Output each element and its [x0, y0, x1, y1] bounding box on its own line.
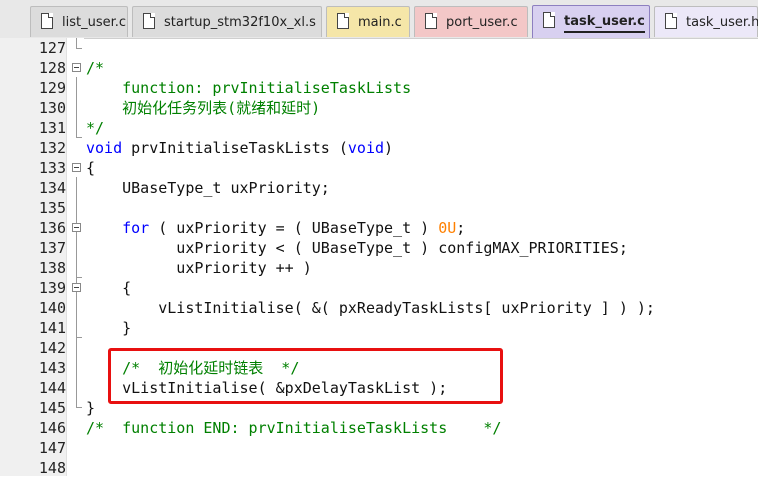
code-line: 136 for ( uxPriority = ( UBaseType_t ) 0…	[0, 218, 758, 238]
tab-label: task_user.h	[686, 15, 758, 30]
code-text[interactable]: }	[86, 398, 95, 418]
code-line: 146 /* function END: prvInitialiseTaskLi…	[0, 418, 758, 438]
code-text[interactable]: */	[86, 118, 104, 138]
line-number: 145	[38, 399, 66, 417]
line-number: 139	[38, 279, 66, 297]
tab-label: main.c	[358, 15, 402, 30]
code-line: 127	[0, 38, 758, 58]
editor-tab-bar: list_user.c startup_stm32f10x_xl.s main.…	[0, 0, 758, 39]
line-number: 135	[38, 199, 66, 217]
line-number: 137	[38, 239, 66, 257]
line-number: 136	[38, 219, 66, 237]
tab-task-user-h[interactable]: task_user.h	[654, 6, 758, 37]
code-line: 132 void prvInitialiseTaskLists (void)	[0, 138, 758, 158]
tab-port-user-c[interactable]: port_user.c	[414, 6, 528, 37]
code-text[interactable]: /*	[86, 58, 104, 78]
tab-label: port_user.c	[446, 15, 518, 30]
code-line: 141 }	[0, 318, 758, 338]
tab-label: list_user.c	[62, 15, 127, 30]
line-number: 146	[38, 419, 66, 437]
code-text[interactable]: }	[86, 318, 131, 338]
file-icon	[425, 13, 437, 29]
line-number: 144	[38, 379, 66, 397]
code-line: 147	[0, 438, 758, 458]
tab-main-c[interactable]: main.c	[326, 6, 410, 37]
code-line: 137 uxPriority < ( UBaseType_t ) configM…	[0, 238, 758, 258]
code-line: 129 function: prvInitialiseTaskLists	[0, 78, 758, 98]
line-number: 129	[38, 79, 66, 97]
code-line: 135	[0, 198, 758, 218]
line-number: 141	[38, 319, 66, 337]
code-text[interactable]: UBaseType_t uxPriority;	[86, 178, 330, 198]
line-number: 147	[38, 439, 66, 457]
line-number: 142	[38, 339, 66, 357]
code-text[interactable]: uxPriority < ( UBaseType_t ) configMAX_P…	[86, 238, 628, 258]
line-number: 133	[38, 159, 66, 177]
fold-toggle-icon[interactable]	[72, 163, 81, 172]
code-line: 138 uxPriority ++ )	[0, 258, 758, 278]
line-number: 131	[38, 119, 66, 137]
line-number: 130	[38, 99, 66, 117]
line-number: 128	[38, 59, 66, 77]
line-number: 132	[38, 139, 66, 157]
line-number: 127	[38, 39, 66, 57]
code-text[interactable]: void prvInitialiseTaskLists (void)	[86, 138, 393, 158]
file-icon	[143, 13, 155, 29]
code-line: 134 UBaseType_t uxPriority;	[0, 178, 758, 198]
tab-label: task_user.c	[564, 14, 645, 33]
code-line: 140 vListInitialise( &( pxReadyTaskLists…	[0, 298, 758, 318]
fold-toggle-icon[interactable]	[72, 283, 81, 292]
line-number: 138	[38, 259, 66, 277]
code-line: 128 /*	[0, 58, 758, 78]
line-number: 140	[38, 299, 66, 317]
fold-toggle-icon[interactable]	[72, 63, 81, 72]
line-number: 134	[38, 179, 66, 197]
code-text[interactable]: for ( uxPriority = ( UBaseType_t ) 0U;	[86, 218, 465, 238]
fold-toggle-icon[interactable]	[72, 223, 81, 232]
code-line: 131 */	[0, 118, 758, 138]
tab-label: startup_stm32f10x_xl.s	[164, 15, 316, 30]
code-line: 133 {	[0, 158, 758, 178]
file-icon	[41, 13, 53, 29]
tab-list-user-c[interactable]: list_user.c	[30, 6, 128, 37]
code-text[interactable]: function: prvInitialiseTaskLists	[86, 78, 411, 98]
code-text[interactable]: {	[86, 278, 131, 298]
tab-task-user-c[interactable]: task_user.c	[532, 5, 650, 38]
tab-startup-s[interactable]: startup_stm32f10x_xl.s	[132, 6, 322, 37]
red-highlight-annotation	[108, 348, 503, 404]
file-icon	[665, 13, 677, 29]
code-line: 148	[0, 458, 758, 478]
code-text[interactable]: {	[86, 158, 95, 178]
code-text[interactable]: vListInitialise( &( pxReadyTaskLists[ ux…	[86, 298, 655, 318]
file-icon	[543, 12, 555, 28]
code-text[interactable]: uxPriority ++ )	[86, 258, 311, 278]
line-number: 148	[38, 459, 66, 477]
code-text[interactable]: /* function END: prvInitialiseTaskLists …	[86, 418, 501, 438]
code-text[interactable]: 初始化任务列表(就绪和延时)	[86, 98, 320, 118]
line-number: 143	[38, 359, 66, 377]
file-icon	[337, 13, 349, 29]
code-line: 130 初始化任务列表(就绪和延时)	[0, 98, 758, 118]
code-line: 139 {	[0, 278, 758, 298]
